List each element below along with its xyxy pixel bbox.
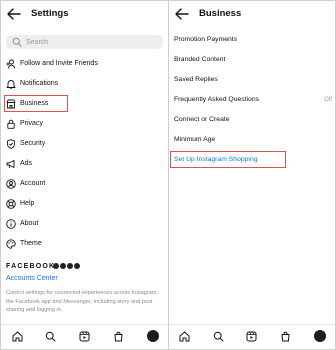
- shop-icon[interactable]: [113, 331, 124, 342]
- menu-item-help[interactable]: Help: [1, 194, 168, 214]
- back-arrow-icon[interactable]: [7, 8, 21, 20]
- search-bar[interactable]: [6, 35, 163, 49]
- search-icon: [12, 37, 22, 47]
- business-item-promotion-payments[interactable]: Promotion Payments: [169, 30, 335, 50]
- menu-item-label: Privacy: [20, 120, 43, 127]
- facebook-section-label: FACEBOOK: [6, 263, 56, 270]
- page-title: Business: [199, 8, 242, 19]
- home-icon[interactable]: [179, 331, 190, 342]
- menu-item-label: Notifications: [20, 80, 59, 87]
- business-item-saved-replies[interactable]: Saved Replies: [169, 70, 335, 90]
- business-highlight-box: [4, 95, 68, 112]
- facebook-icon: [53, 263, 59, 269]
- menu-item-privacy[interactable]: Privacy: [1, 114, 168, 134]
- bell-icon: [6, 80, 16, 89]
- accounts-center-link[interactable]: Accounts Center: [6, 275, 58, 282]
- business-item-label: Promotion Payments: [174, 36, 238, 43]
- lifebuoy-icon: [6, 199, 16, 209]
- menu-item-label: Help: [20, 200, 35, 207]
- profile-avatar[interactable]: [147, 330, 159, 342]
- reels-icon[interactable]: [246, 331, 257, 342]
- search-input[interactable]: [26, 35, 156, 49]
- business-item-label: Connect or Create: [174, 116, 230, 123]
- menu-item-label: Theme: [20, 240, 42, 247]
- menu-item-follow-invite[interactable]: Follow and Invite Friends: [1, 54, 168, 74]
- menu-item-label: Security: [20, 140, 46, 147]
- menu-item-account[interactable]: Account: [1, 174, 168, 194]
- lock-icon: [7, 119, 15, 129]
- bottom-nav-bar: [1, 324, 168, 349]
- shield-icon: [7, 139, 15, 149]
- back-arrow-icon[interactable]: [175, 8, 189, 20]
- business-item-branded-content[interactable]: Branded Content: [169, 50, 335, 70]
- accounts-center-description: Control settings for connected experienc…: [6, 290, 159, 313]
- business-item-label: Branded Content: [174, 56, 226, 63]
- faq-status-value: Off: [324, 97, 332, 103]
- meta-app-icons: [53, 263, 81, 270]
- info-icon: [6, 219, 16, 229]
- business-item-label: Minimum Age: [174, 136, 216, 143]
- menu-item-about[interactable]: About: [1, 214, 168, 234]
- whatsapp-icon: [74, 263, 80, 269]
- search-icon[interactable]: [213, 331, 224, 342]
- profile-avatar[interactable]: [314, 330, 326, 342]
- settings-screen: Settings Follow and Invite Friends: [1, 1, 168, 349]
- search-icon[interactable]: [45, 331, 56, 342]
- business-header: Business: [169, 1, 335, 27]
- screenshot-frame: Settings Follow and Invite Friends: [0, 0, 336, 350]
- menu-item-notifications[interactable]: Notifications: [1, 74, 168, 94]
- instagram-shopping-highlight-box: [170, 151, 286, 168]
- page-title: Settings: [31, 8, 69, 19]
- palette-icon: [6, 239, 16, 249]
- person-circle-icon: [6, 179, 16, 189]
- home-icon[interactable]: [12, 331, 23, 342]
- menu-item-label: Ads: [20, 160, 33, 167]
- menu-item-label: Account: [20, 180, 46, 187]
- shop-icon[interactable]: [280, 331, 291, 342]
- bottom-nav-bar: [169, 324, 335, 349]
- menu-item-ads[interactable]: Ads: [1, 154, 168, 174]
- megaphone-icon: [6, 160, 15, 169]
- instagram-icon: [60, 263, 66, 269]
- reels-icon[interactable]: [79, 331, 90, 342]
- settings-header: Settings: [1, 1, 168, 27]
- messenger-icon: [67, 263, 73, 269]
- business-item-faq[interactable]: Frequently Asked Questions Off: [169, 90, 335, 110]
- menu-item-theme[interactable]: Theme: [1, 234, 168, 254]
- menu-item-label: About: [20, 220, 39, 227]
- menu-item-security[interactable]: Security: [1, 134, 168, 154]
- business-item-label: Saved Replies: [174, 76, 218, 83]
- business-item-minimum-age[interactable]: Minimum Age: [169, 130, 335, 150]
- add-person-icon: [6, 59, 15, 69]
- business-item-label: Frequently Asked Questions: [174, 96, 260, 103]
- business-item-connect-or-create[interactable]: Connect or Create: [169, 110, 335, 130]
- menu-item-label: Follow and Invite Friends: [20, 60, 98, 67]
- business-screen: Business Promotion Payments Branded Cont…: [169, 1, 335, 349]
